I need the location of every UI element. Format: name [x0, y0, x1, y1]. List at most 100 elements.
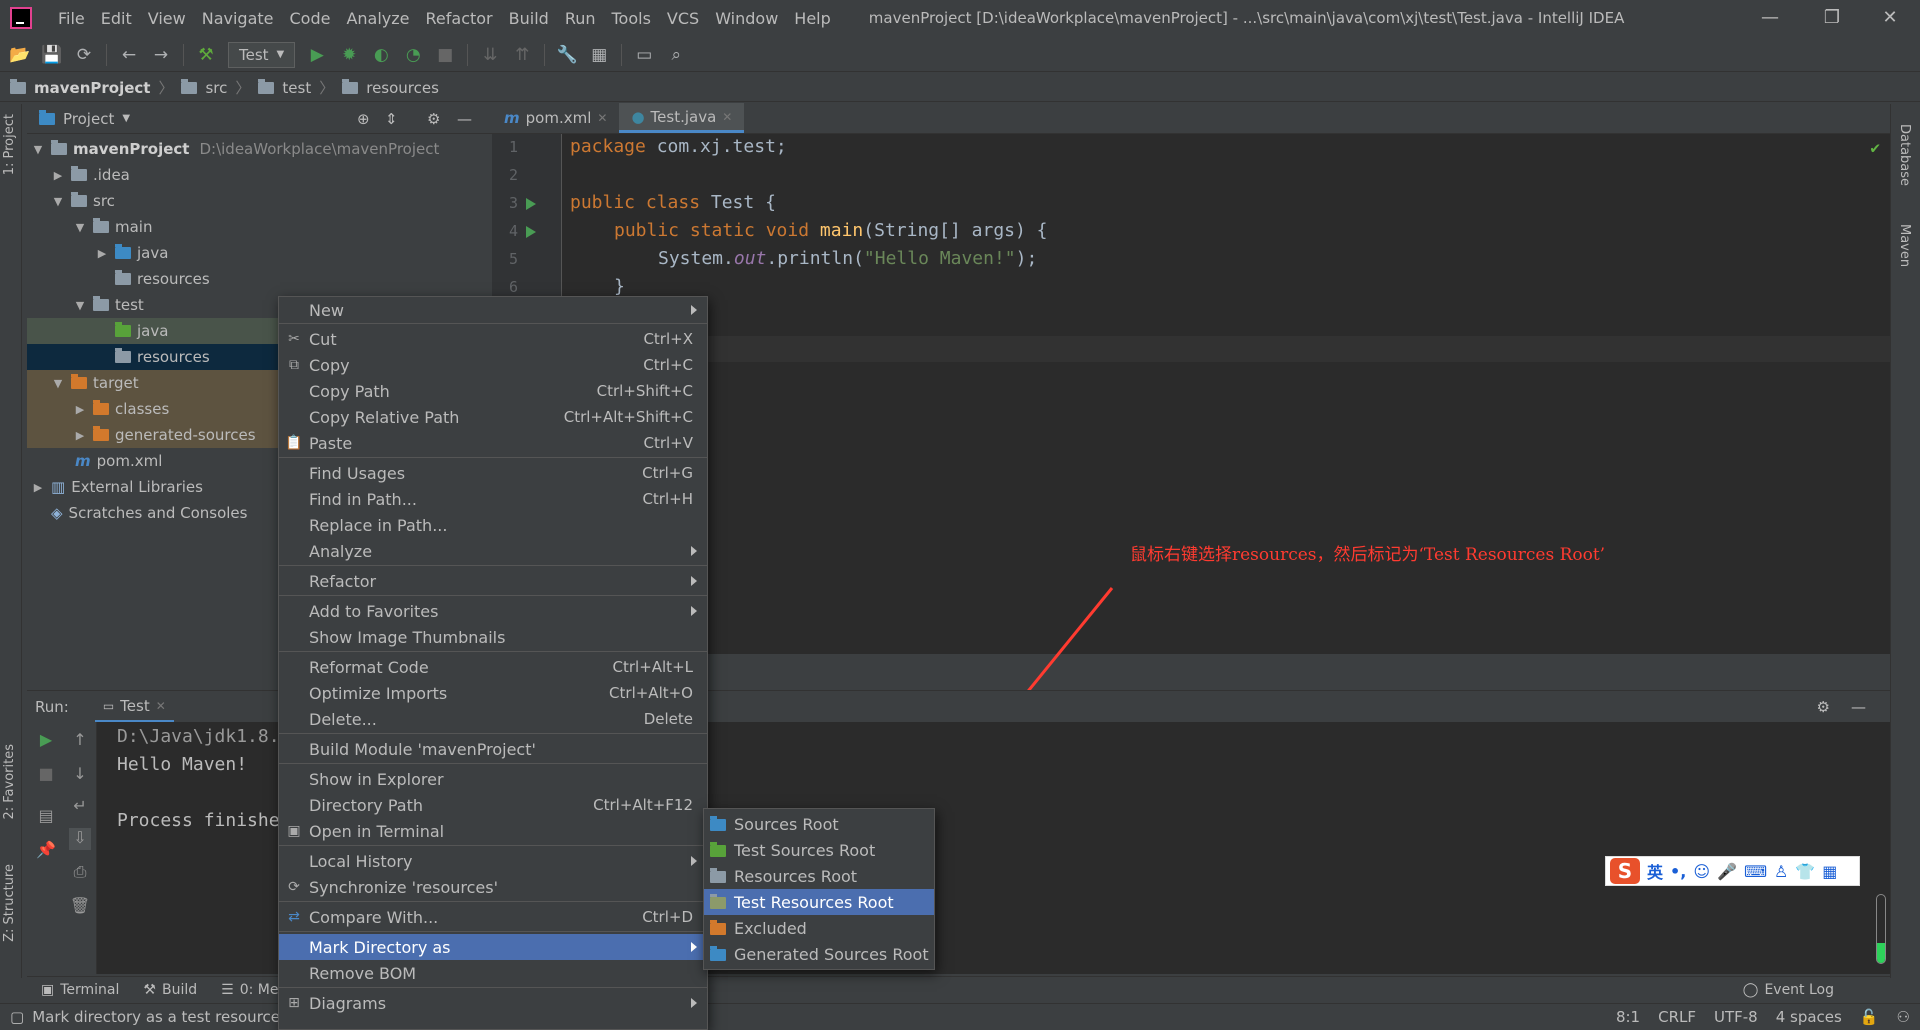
menu-run[interactable]: Run — [557, 9, 604, 28]
gear-icon[interactable]: ⚙ — [1817, 698, 1830, 716]
breadcrumb-item-project[interactable]: mavenProject — [34, 79, 150, 97]
menu-item-cut[interactable]: ✂ Cut Ctrl+X — [279, 326, 707, 352]
run-main-icon[interactable] — [526, 226, 536, 238]
expand-right-icon[interactable]: ▶ — [95, 247, 109, 260]
save-icon[interactable]: 💾 — [38, 42, 66, 68]
menu-item-remove-bom[interactable]: Remove BOM — [279, 960, 707, 986]
file-encoding[interactable]: UTF-8 — [1714, 1008, 1758, 1026]
menu-item-show-image-thumbnails[interactable]: Show Image Thumbnails — [279, 624, 707, 650]
forward-icon[interactable]: → — [147, 42, 175, 68]
event-log-button[interactable]: ◯ Event Log — [1743, 982, 1834, 998]
run-tab-test[interactable]: ▭ Test ✕ — [94, 692, 174, 722]
close-tab-icon[interactable]: ✕ — [722, 110, 732, 124]
breadcrumb-item-resources[interactable]: resources — [366, 79, 439, 97]
menu-item-replace-in-path[interactable]: Replace in Path... — [279, 512, 707, 538]
tasks-icon[interactable]: ▭ — [630, 42, 658, 68]
expand-down-icon[interactable]: ▼ — [73, 221, 87, 234]
keyboard-icon[interactable]: ⌨ — [1744, 862, 1767, 881]
submenu-item-resources-root[interactable]: Resources Root — [704, 863, 934, 889]
menu-view[interactable]: View — [140, 9, 194, 28]
breadcrumb-item-test[interactable]: test — [282, 79, 311, 97]
menu-item-new[interactable]: New — [279, 297, 707, 323]
tool-tab-structure[interactable]: Z: Structure — [2, 864, 17, 942]
menu-item-refactor[interactable]: Refactor — [279, 568, 707, 594]
sync-icon[interactable]: ⟳ — [70, 42, 98, 68]
expand-right-icon[interactable]: ▶ — [31, 481, 45, 494]
expand-right-icon[interactable]: ▶ — [73, 403, 87, 416]
tab-test-java[interactable]: ● Test.java ✕ — [619, 103, 745, 133]
menu-edit[interactable]: Edit — [93, 9, 140, 28]
menu-item-find-usages[interactable]: Find Usages Ctrl+G — [279, 460, 707, 486]
inspector-icon[interactable]: ⚇ — [1897, 1008, 1910, 1026]
tree-node-main-resources[interactable]: resources — [27, 266, 492, 292]
menu-item-reformat-code[interactable]: Reformat Code Ctrl+Alt+L — [279, 654, 707, 680]
menu-item-directory-path[interactable]: Directory Path Ctrl+Alt+F12 — [279, 792, 707, 818]
hide-panel-icon[interactable]: — — [1851, 698, 1866, 716]
ime-language-toggle[interactable]: 英 — [1647, 859, 1663, 883]
restore-icon[interactable]: ❐ — [1812, 4, 1852, 32]
layout-icon[interactable]: ▤ — [35, 806, 57, 828]
user-icon[interactable]: ♙ — [1774, 862, 1788, 881]
tool-tab-maven[interactable]: Maven — [1897, 224, 1912, 267]
toolbox-grid-icon[interactable]: ▦ — [1822, 862, 1837, 881]
menu-item-copy-path[interactable]: Copy Path Ctrl+Shift+C — [279, 378, 707, 404]
submenu-item-test-sources-root[interactable]: Test Sources Root — [704, 837, 934, 863]
hide-panel-icon[interactable]: — — [457, 110, 472, 128]
print-icon[interactable]: ⎙ — [69, 862, 91, 884]
menu-item-delete[interactable]: Delete... Delete — [279, 706, 707, 732]
menu-build[interactable]: Build — [501, 9, 557, 28]
search-icon[interactable]: ⌕ — [662, 42, 690, 68]
submenu-item-excluded[interactable]: Excluded — [704, 915, 934, 941]
vcs-update-icon[interactable]: ⇊ — [476, 42, 504, 68]
lock-icon[interactable]: 🔓 — [1860, 1008, 1879, 1026]
vcs-commit-icon[interactable]: ⇈ — [508, 42, 536, 68]
trash-icon[interactable]: 🗑 — [69, 896, 91, 918]
tool-tab-terminal[interactable]: ▣ Terminal — [41, 982, 119, 998]
menu-item-find-in-path[interactable]: Find in Path... Ctrl+H — [279, 486, 707, 512]
menu-tools[interactable]: Tools — [604, 9, 659, 28]
close-tab-icon[interactable]: ✕ — [597, 111, 607, 125]
menu-item-compare-with[interactable]: ⇄ Compare With... Ctrl+D — [279, 904, 707, 930]
build-hammer-icon[interactable]: ⚒ — [192, 42, 220, 68]
soft-wrap-icon[interactable]: ↵ — [69, 796, 91, 818]
locate-icon[interactable]: ⊕ — [357, 110, 370, 128]
close-tab-icon[interactable]: ✕ — [156, 699, 166, 713]
menu-code[interactable]: Code — [282, 9, 339, 28]
menu-refactor[interactable]: Refactor — [418, 9, 501, 28]
tool-tab-project[interactable]: 1: Project — [2, 114, 17, 175]
expand-down-icon[interactable]: ▼ — [51, 377, 65, 390]
menu-navigate[interactable]: Navigate — [194, 9, 282, 28]
submenu-item-sources-root[interactable]: Sources Root — [704, 811, 934, 837]
project-structure-icon[interactable]: ▦ — [585, 42, 613, 68]
run-icon[interactable]: ▶ — [303, 42, 331, 68]
punctuation-icon[interactable]: •, — [1670, 862, 1686, 881]
tree-node-main[interactable]: ▼ main — [27, 214, 492, 240]
menu-item-optimize-imports[interactable]: Optimize Imports Ctrl+Alt+O — [279, 680, 707, 706]
collapse-all-icon[interactable]: ⇕ — [385, 110, 398, 128]
expand-right-icon[interactable]: ▶ — [73, 429, 87, 442]
up-icon[interactable]: ↑ — [69, 730, 91, 752]
line-separator[interactable]: CRLF — [1658, 1008, 1696, 1026]
menu-item-build-module[interactable]: Build Module 'mavenProject' — [279, 736, 707, 762]
menu-item-add-to-favorites[interactable]: Add to Favorites — [279, 598, 707, 624]
back-icon[interactable]: ← — [115, 42, 143, 68]
tree-node-project[interactable]: ▼ mavenProject D:\ideaWorkplace\mavenPro… — [27, 136, 492, 162]
menu-item-show-in-explorer[interactable]: Show in Explorer — [279, 766, 707, 792]
menu-item-mark-directory-as[interactable]: Mark Directory as — [279, 934, 707, 960]
coverage-icon[interactable]: ◐ — [367, 42, 395, 68]
indent-setting[interactable]: 4 spaces — [1776, 1008, 1842, 1026]
menu-window[interactable]: Window — [707, 9, 786, 28]
down-icon[interactable]: ↓ — [69, 764, 91, 786]
menu-vcs[interactable]: VCS — [659, 9, 707, 28]
menu-item-paste[interactable]: 📋 Paste Ctrl+V — [279, 430, 707, 456]
expand-down-icon[interactable]: ▼ — [31, 143, 45, 156]
microphone-icon[interactable]: 🎤 — [1717, 862, 1737, 881]
tool-tab-database[interactable]: Database — [1897, 124, 1912, 186]
menu-help[interactable]: Help — [786, 9, 838, 28]
menu-file[interactable]: File — [50, 9, 93, 28]
sogou-logo-icon[interactable]: S — [1610, 858, 1640, 884]
tool-tab-favorites[interactable]: 2: Favorites — [2, 744, 17, 820]
gear-icon[interactable]: ⚙ — [427, 110, 440, 128]
expand-down-icon[interactable]: ▼ — [51, 195, 65, 208]
scroll-to-end-icon[interactable]: ⇩ — [69, 828, 91, 850]
